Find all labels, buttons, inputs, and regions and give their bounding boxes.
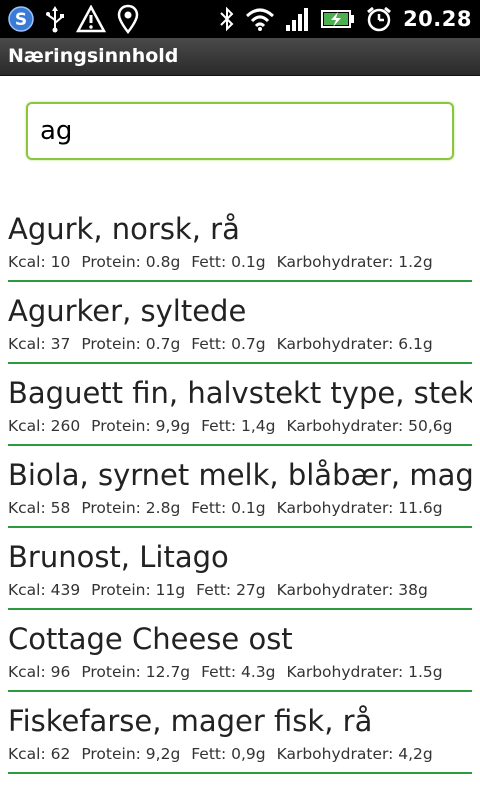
protein-value: Protein: 0.7g <box>81 335 181 353</box>
fett-value: Fett: 27g <box>196 581 266 599</box>
nutrition-line: Kcal: 260 Protein: 9,9g Fett: 1,4g Karbo… <box>8 417 458 435</box>
food-name: Baguett fin, halvstekt type, stekt <box>8 376 472 410</box>
kcal-value: Kcal: 439 <box>8 581 81 599</box>
kcal-value: Kcal: 62 <box>8 745 71 763</box>
status-bar-right: 20.28 <box>219 5 472 33</box>
search-field-wrapper[interactable] <box>26 102 454 160</box>
karbo-value: Karbohydrater: 38g <box>276 581 428 599</box>
kcal-value: Kcal: 260 <box>8 417 81 435</box>
usb-icon <box>44 5 66 33</box>
kcal-value: Kcal: 96 <box>8 663 71 681</box>
signal-icon <box>285 6 311 32</box>
status-bar-left: S <box>8 4 140 34</box>
app-title: Næringsinnhold <box>8 45 179 67</box>
list-item[interactable]: Biola, syrnet melk, blåbær, mager Kcal: … <box>8 446 472 528</box>
nutrition-line: Kcal: 62 Protein: 9,2g Fett: 0,9g Karboh… <box>8 745 439 763</box>
protein-value: Protein: 0.8g <box>81 253 181 271</box>
kcal-value: Kcal: 58 <box>8 499 71 517</box>
fett-value: Fett: 0,9g <box>191 745 266 763</box>
fett-value: Fett: 0.1g <box>191 499 266 517</box>
list-item[interactable]: Cottage Cheese ost Kcal: 96 Protein: 12.… <box>8 610 472 692</box>
protein-value: Protein: 9,2g <box>81 745 181 763</box>
kcal-value: Kcal: 10 <box>8 253 71 271</box>
food-name: Cottage Cheese ost <box>8 622 293 656</box>
food-list: Agurk, norsk, rå Kcal: 10 Protein: 0.8g … <box>0 200 480 774</box>
protein-value: Protein: 12.7g <box>81 663 191 681</box>
list-item[interactable]: Brunost, Litago Kcal: 439 Protein: 11g F… <box>8 528 472 610</box>
warning-icon <box>76 5 106 33</box>
food-name: Agurker, syltede <box>8 294 247 328</box>
status-time: 20.28 <box>403 7 472 31</box>
fett-value: Fett: 0.7g <box>191 335 266 353</box>
nutrition-line: Kcal: 439 Protein: 11g Fett: 27g Karbohy… <box>8 581 434 599</box>
svg-text:S: S <box>15 10 27 30</box>
fett-value: Fett: 1,4g <box>201 417 276 435</box>
nutrition-line: Kcal: 58 Protein: 2.8g Fett: 0.1g Karboh… <box>8 499 449 517</box>
nutrition-line: Kcal: 10 Protein: 0.8g Fett: 0.1g Karboh… <box>8 253 439 271</box>
fett-value: Fett: 0.1g <box>191 253 266 271</box>
karbo-value: Karbohydrater: 4,2g <box>276 745 433 763</box>
app-s-icon: S <box>8 4 34 34</box>
fett-value: Fett: 4.3g <box>201 663 276 681</box>
status-bar: S 20.28 <box>0 0 480 38</box>
protein-value: Protein: 9,9g <box>91 417 191 435</box>
protein-value: Protein: 2.8g <box>81 499 181 517</box>
food-name: Brunost, Litago <box>8 540 229 574</box>
karbo-value: Karbohydrater: 1.2g <box>276 253 433 271</box>
nutrition-line: Kcal: 37 Protein: 0.7g Fett: 0.7g Karboh… <box>8 335 439 353</box>
karbo-value: Karbohydrater: 6.1g <box>276 335 433 353</box>
list-item[interactable]: Baguett fin, halvstekt type, stekt Kcal:… <box>8 364 472 446</box>
list-item[interactable]: Agurker, syltede Kcal: 37 Protein: 0.7g … <box>8 282 472 364</box>
kcal-value: Kcal: 37 <box>8 335 71 353</box>
bluetooth-icon <box>219 5 235 33</box>
food-name: Biola, syrnet melk, blåbær, mager <box>8 458 472 492</box>
wifi-icon <box>245 6 275 32</box>
karbo-value: Karbohydrater: 50,6g <box>286 417 453 435</box>
food-name: Agurk, norsk, rå <box>8 212 240 246</box>
karbo-value: Karbohydrater: 1.5g <box>286 663 443 681</box>
battery-charging-icon <box>321 8 355 30</box>
karbo-value: Karbohydrater: 11.6g <box>276 499 443 517</box>
nutrition-line: Kcal: 96 Protein: 12.7g Fett: 4.3g Karbo… <box>8 663 449 681</box>
food-name: Fiskefarse, mager fisk, rå <box>8 704 373 738</box>
list-item[interactable]: Agurk, norsk, rå Kcal: 10 Protein: 0.8g … <box>8 200 472 282</box>
alarm-icon <box>365 5 393 33</box>
search-input[interactable] <box>28 104 452 158</box>
list-item[interactable]: Fiskefarse, mager fisk, rå Kcal: 62 Prot… <box>8 692 472 774</box>
protein-value: Protein: 11g <box>91 581 186 599</box>
location-icon <box>116 4 140 34</box>
app-title-bar: Næringsinnhold <box>0 38 480 76</box>
